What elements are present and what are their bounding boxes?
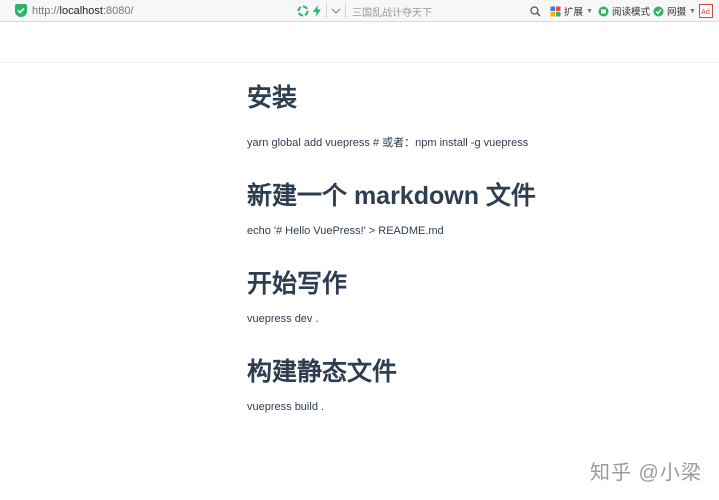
code-line-start-writing: vuepress dev . bbox=[247, 313, 319, 325]
extensions-button[interactable]: 扩展 ▼ bbox=[550, 0, 593, 22]
clip-button[interactable]: 网摄 ▼ bbox=[653, 0, 696, 22]
section-heading-start-writing: 开始写作 bbox=[247, 270, 348, 298]
url-protocol: http:// bbox=[32, 5, 60, 17]
search-box[interactable]: 三国乱战计夺天下 bbox=[352, 0, 432, 22]
section-heading-install: 安装 bbox=[247, 84, 298, 112]
pdf-icon[interactable]: Ad bbox=[699, 0, 713, 22]
section-heading-new-file: 新建一个 markdown 文件 bbox=[247, 182, 536, 210]
watermark: 知乎 @小梁 bbox=[590, 462, 702, 484]
clip-icon bbox=[653, 6, 664, 17]
chevron-down-icon: ▼ bbox=[689, 7, 696, 15]
reader-mode-label: 阅读模式 bbox=[612, 7, 651, 18]
extensions-icon bbox=[550, 6, 561, 17]
search-icon[interactable] bbox=[530, 0, 541, 22]
url-port: :8080/ bbox=[102, 5, 134, 17]
lightning-icon[interactable] bbox=[312, 0, 322, 22]
clip-label: 网摄 bbox=[667, 7, 687, 18]
browser-toolbar: http://localhost:8080/ 三国乱战计夺天下 扩展 ▼ 阅读模… bbox=[0, 0, 719, 22]
page-content: 安装 yarn global add vuepress # 或者：npm ins… bbox=[0, 63, 719, 500]
url-host: localhost bbox=[59, 5, 103, 17]
reader-mode-icon bbox=[598, 6, 609, 17]
site-navbar bbox=[0, 22, 719, 63]
code-line-new-file: echo '# Hello VuePress!' > README.md bbox=[247, 225, 444, 237]
chevron-down-icon: ▼ bbox=[586, 7, 593, 15]
chevron-down-icon[interactable] bbox=[331, 0, 341, 22]
toolbar-divider bbox=[345, 3, 346, 19]
extensions-label: 扩展 bbox=[564, 7, 584, 18]
recycle-icon[interactable] bbox=[297, 0, 309, 22]
section-heading-build: 构建静态文件 bbox=[247, 358, 398, 386]
address-bar[interactable]: http://localhost:8080/ bbox=[32, 0, 134, 22]
svg-text:Ad: Ad bbox=[701, 9, 710, 16]
reader-mode-button[interactable]: 阅读模式 bbox=[598, 0, 650, 22]
toolbar-divider bbox=[326, 3, 327, 19]
code-line-build: vuepress build . bbox=[247, 401, 325, 413]
shield-icon[interactable] bbox=[15, 4, 27, 17]
code-line-install: yarn global add vuepress # 或者：npm instal… bbox=[247, 137, 529, 149]
